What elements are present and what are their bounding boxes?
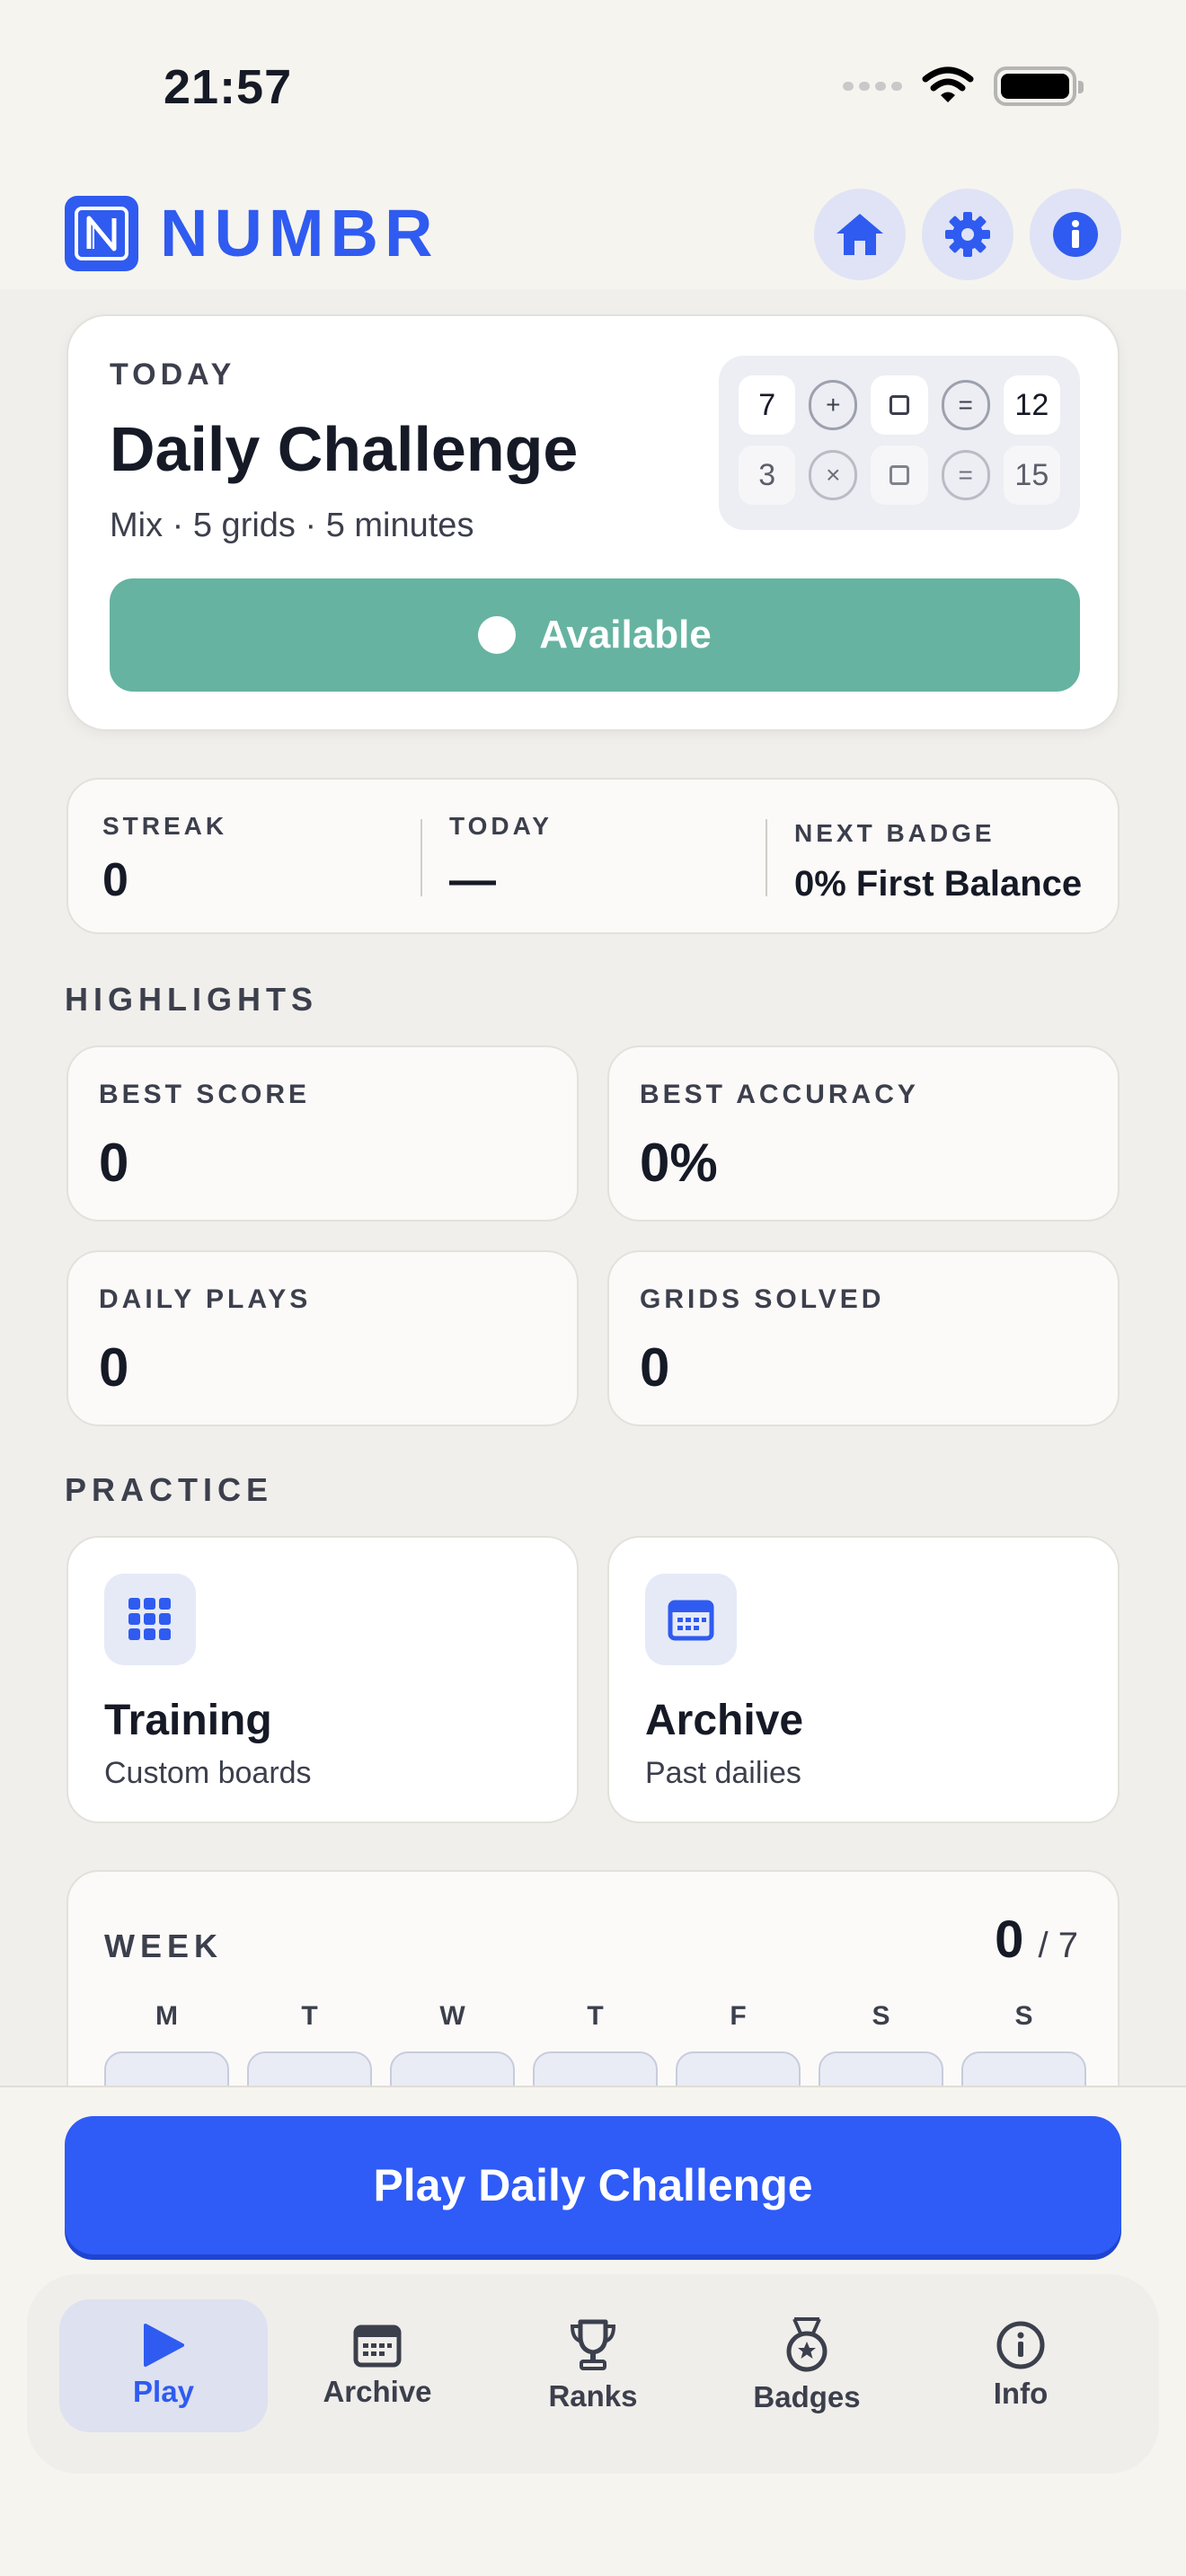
tab-play[interactable]: Play bbox=[59, 2299, 268, 2432]
best-accuracy-card: BEST ACCURACY 0% bbox=[607, 1045, 1120, 1222]
preview-operator: + bbox=[809, 380, 858, 430]
settings-button[interactable] bbox=[922, 189, 1013, 280]
training-card[interactable]: Training Custom boards bbox=[66, 1536, 579, 1823]
play-icon bbox=[144, 2324, 184, 2367]
stat-value: 0% First Balance bbox=[794, 864, 1083, 904]
trophy-icon bbox=[570, 2319, 616, 2370]
puzzle-preview: 7 + = 12 3 × = 15 bbox=[719, 356, 1080, 530]
preview-empty-cell bbox=[871, 375, 928, 435]
daily-challenge-card[interactable]: TODAY Daily Challenge Mix · 5 grids · 5 … bbox=[66, 314, 1120, 731]
daily-eyebrow: TODAY bbox=[110, 357, 236, 392]
day-letter: W bbox=[439, 2001, 465, 2031]
play-daily-button[interactable]: Play Daily Challenge bbox=[65, 2116, 1121, 2254]
week-completed: 0 bbox=[995, 1910, 1024, 1969]
battery-icon bbox=[994, 66, 1084, 106]
practice-card-subtitle: Custom boards bbox=[104, 1756, 312, 1790]
stats-strip: STREAK 0 TODAY — NEXT BADGE 0% First Bal… bbox=[66, 778, 1120, 934]
tab-badges[interactable]: Badges bbox=[703, 2299, 911, 2432]
best-score-card: BEST SCORE 0 bbox=[66, 1045, 579, 1222]
app-name: NUMBR bbox=[160, 196, 439, 270]
stat-value: 0 bbox=[102, 854, 128, 906]
tab-label: Badges bbox=[753, 2380, 861, 2413]
grids-solved-card: GRIDS SOLVED 0 bbox=[607, 1250, 1120, 1426]
day-letter: T bbox=[587, 2001, 604, 2031]
signal-icon bbox=[843, 82, 902, 91]
preview-equals: = bbox=[941, 450, 990, 500]
tab-label: Info bbox=[993, 2377, 1049, 2410]
daily-plays-card: DAILY PLAYS 0 bbox=[66, 1250, 579, 1426]
tab-bar: Play Archive Ranks Badges Info bbox=[27, 2274, 1159, 2474]
preview-equals: = bbox=[941, 380, 990, 430]
info-icon bbox=[996, 2321, 1045, 2369]
practice-card-subtitle: Past dailies bbox=[645, 1756, 801, 1790]
divider bbox=[420, 819, 422, 896]
highlight-label: BEST SCORE bbox=[99, 1080, 311, 1109]
divider bbox=[766, 819, 767, 896]
wifi-icon bbox=[922, 66, 974, 102]
gear-icon bbox=[945, 212, 990, 257]
stat-label: TODAY bbox=[449, 812, 553, 840]
info-icon bbox=[1053, 212, 1098, 257]
highlight-label: BEST ACCURACY bbox=[640, 1080, 919, 1109]
tab-label: Archive bbox=[323, 2375, 432, 2408]
stat-label: STREAK bbox=[102, 812, 228, 840]
week-total: / 7 bbox=[1038, 1926, 1078, 1965]
availability-label: Available bbox=[539, 613, 712, 657]
tab-info[interactable]: Info bbox=[916, 2299, 1125, 2432]
grid-icon bbox=[104, 1574, 196, 1665]
week-label: WEEK bbox=[104, 1928, 223, 1964]
tab-ranks[interactable]: Ranks bbox=[489, 2299, 697, 2432]
archive-card[interactable]: Archive Past dailies bbox=[607, 1536, 1120, 1823]
practice-title: PRACTICE bbox=[65, 1471, 274, 1508]
highlight-label: GRIDS SOLVED bbox=[640, 1284, 885, 1314]
availability-button[interactable]: Available bbox=[110, 578, 1080, 692]
tab-label: Ranks bbox=[548, 2379, 638, 2413]
home-icon bbox=[836, 214, 883, 255]
day-letter: F bbox=[730, 2001, 747, 2031]
home-button[interactable] bbox=[814, 189, 906, 280]
highlight-value: 0 bbox=[99, 1337, 129, 1398]
highlights-title: HIGHLIGHTS bbox=[65, 981, 318, 1018]
calendar-icon bbox=[645, 1574, 737, 1665]
highlight-value: 0 bbox=[99, 1133, 129, 1193]
preview-cell: 3 bbox=[739, 446, 796, 505]
calendar-icon bbox=[353, 2325, 402, 2368]
next-badge-stat: NEXT BADGE 0% First Balance bbox=[794, 780, 1082, 936]
preview-cell: 7 bbox=[739, 375, 796, 435]
streak-stat: STREAK 0 bbox=[102, 780, 227, 936]
preview-operator: × bbox=[809, 450, 858, 500]
week-progress: 0 / 7 bbox=[995, 1910, 1078, 1970]
medal-icon bbox=[786, 2317, 828, 2372]
status-dot-icon bbox=[478, 616, 517, 654]
status-icons bbox=[843, 66, 1084, 106]
info-button[interactable] bbox=[1030, 189, 1121, 280]
highlight-label: DAILY PLAYS bbox=[99, 1284, 312, 1314]
practice-card-title: Archive bbox=[645, 1697, 804, 1744]
preview-empty-cell bbox=[871, 446, 928, 505]
daily-title: Daily Challenge bbox=[110, 414, 579, 484]
stat-value: — bbox=[449, 854, 496, 906]
preview-result: 15 bbox=[1003, 446, 1060, 505]
daily-meta: Mix · 5 grids · 5 minutes bbox=[110, 507, 474, 544]
stat-label: NEXT BADGE bbox=[794, 819, 996, 847]
day-letter: M bbox=[155, 2001, 178, 2031]
tab-archive[interactable]: Archive bbox=[273, 2299, 482, 2432]
status-time: 21:57 bbox=[164, 60, 293, 114]
highlight-value: 0% bbox=[640, 1133, 718, 1193]
today-stat: TODAY — bbox=[449, 780, 553, 936]
day-letter: T bbox=[301, 2001, 318, 2031]
practice-card-title: Training bbox=[104, 1697, 272, 1744]
app-logo-icon bbox=[65, 196, 138, 271]
highlight-value: 0 bbox=[640, 1337, 670, 1398]
preview-result: 12 bbox=[1003, 375, 1060, 435]
day-letter: S bbox=[1014, 2001, 1033, 2031]
day-letter: S bbox=[872, 2001, 890, 2031]
tab-label: Play bbox=[133, 2375, 194, 2408]
